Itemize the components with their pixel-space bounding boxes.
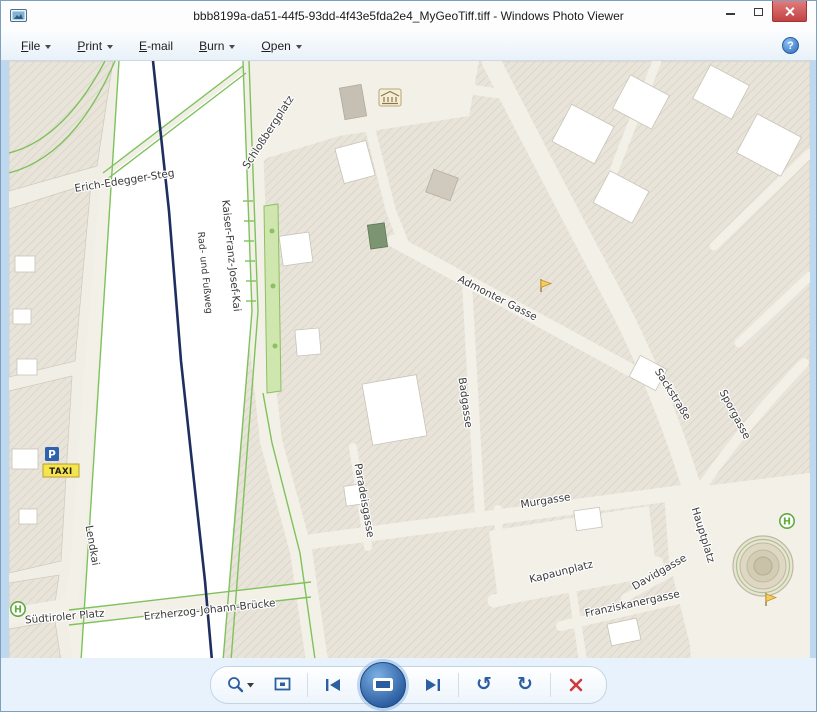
- toolbar-divider: [307, 673, 308, 697]
- menu-bar: File Print E-mail Burn Open ?: [1, 31, 816, 61]
- delete-icon: [568, 677, 584, 693]
- museum-icon: [379, 89, 401, 106]
- help-button[interactable]: ?: [782, 37, 799, 54]
- rotate-clockwise-button[interactable]: ↻: [509, 670, 541, 700]
- title-bar: bbb8199a-da51-44f5-93dd-4f43e5fda2e4_MyG…: [1, 1, 816, 31]
- menu-open-key: O: [261, 39, 270, 53]
- tram-stop-icon: H: [780, 514, 794, 528]
- window-title: bbb8199a-da51-44f5-93dd-4f43e5fda2e4_MyG…: [1, 9, 816, 23]
- menu-email-rest: -mail: [147, 39, 173, 53]
- dropdown-arrow-icon: [45, 45, 51, 49]
- previous-icon: [324, 677, 342, 693]
- bottom-bar: ↺ ↻: [1, 658, 816, 711]
- rotate-counterclockwise-button[interactable]: ↺: [468, 670, 500, 700]
- map-park-strip: [264, 204, 281, 393]
- menu-burn-rest: urn: [207, 39, 224, 53]
- play-slideshow-icon: [372, 677, 394, 693]
- zoom-button[interactable]: [225, 670, 257, 700]
- toolbar-divider: [458, 673, 459, 697]
- help-icon: ?: [787, 40, 794, 52]
- rotate-counterclockwise-icon: ↺: [476, 675, 492, 694]
- photo-viewer-window: bbb8199a-da51-44f5-93dd-4f43e5fda2e4_MyG…: [0, 0, 817, 712]
- menu-burn-key: B: [199, 39, 207, 53]
- menu-email-key: E: [139, 39, 147, 53]
- menu-burn[interactable]: Burn: [199, 39, 235, 53]
- previous-button[interactable]: [317, 670, 349, 700]
- maximize-icon: [754, 8, 763, 16]
- fit-to-window-button[interactable]: [266, 670, 298, 700]
- magnifier-icon: [226, 675, 256, 694]
- window-controls: [716, 1, 807, 22]
- menu-print[interactable]: Print: [77, 39, 113, 53]
- menu-file[interactable]: File: [21, 39, 51, 53]
- menu-open[interactable]: Open: [261, 39, 301, 53]
- maximize-button[interactable]: [744, 1, 772, 22]
- dropdown-arrow-icon: [107, 45, 113, 49]
- dropdown-arrow-icon: [229, 45, 235, 49]
- close-button[interactable]: [772, 1, 807, 22]
- dropdown-arrow-icon: [296, 45, 302, 49]
- viewer-toolbar: ↺ ↻: [210, 666, 607, 704]
- menu-print-rest: rint: [85, 39, 102, 53]
- tram-stop-icon: H: [11, 602, 25, 616]
- next-icon: [424, 677, 442, 693]
- menu-open-rest: pen: [271, 39, 291, 53]
- delete-button[interactable]: [560, 670, 592, 700]
- rotate-clockwise-icon: ↻: [517, 675, 533, 694]
- menu-file-rest: ile: [28, 39, 40, 53]
- svg-text:H: H: [14, 605, 22, 616]
- geotiff-map-image: H H P TAXI Schloßbergplatz Erich-Edegger…: [9, 61, 810, 658]
- viewer-content-area: H H P TAXI Schloßbergplatz Erich-Edegger…: [1, 61, 816, 658]
- svg-text:H: H: [783, 517, 791, 528]
- play-slideshow-button[interactable]: [360, 662, 406, 708]
- toolbar-divider: [550, 673, 551, 697]
- minimize-button[interactable]: [716, 1, 744, 22]
- svg-text:TAXI: TAXI: [49, 467, 72, 477]
- menu-email[interactable]: E-mail: [139, 39, 173, 53]
- close-icon: [784, 6, 795, 17]
- svg-text:P: P: [48, 449, 56, 461]
- minimize-icon: [726, 13, 735, 15]
- fit-to-window-icon: [273, 675, 292, 694]
- map-mound: [733, 536, 793, 596]
- next-button[interactable]: [417, 670, 449, 700]
